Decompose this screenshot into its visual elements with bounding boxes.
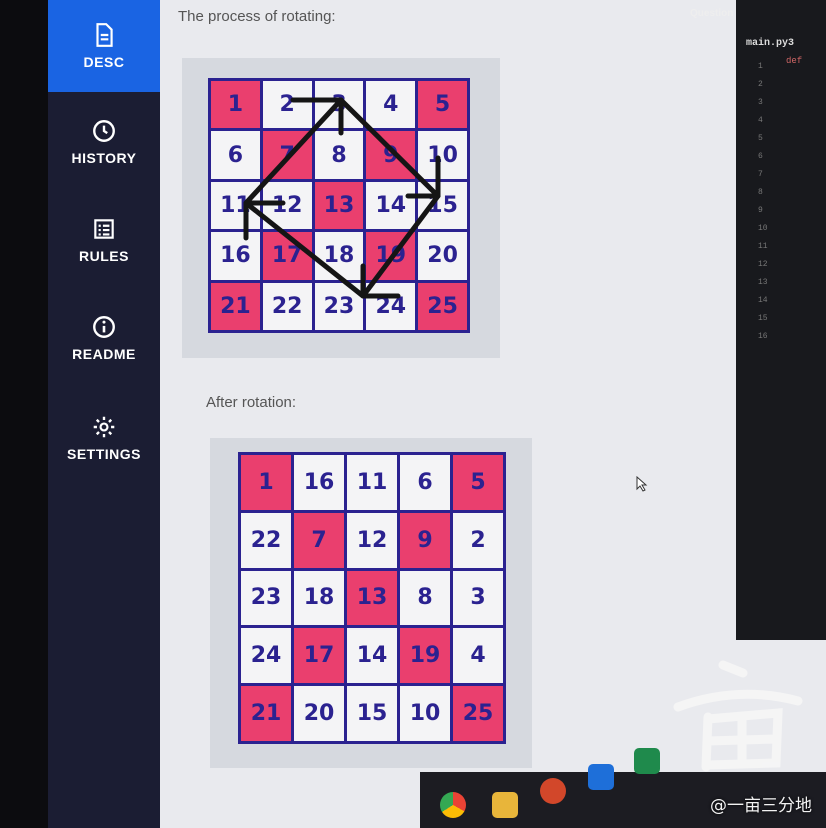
line-number: 2 <box>758 80 763 89</box>
watermark-text: @一亩三分地 <box>710 796 812 816</box>
sidebar-item-settings[interactable]: SETTINGS <box>48 392 160 484</box>
grid-cell: 12 <box>347 512 397 568</box>
line-number: 10 <box>758 224 768 233</box>
sidebar: DESC HISTORY RULES README SETTINGS <box>48 0 160 828</box>
powerpoint-icon[interactable] <box>540 778 566 804</box>
document-icon <box>96 23 113 47</box>
grid-cell: 23 <box>241 570 291 626</box>
grid-cell: 4 <box>453 628 503 684</box>
sidebar-item-label: RULES <box>79 248 129 264</box>
process-label: The process of rotating: <box>178 8 336 25</box>
after-grid: 1 16 11 6 5 22 7 12 9 2 23 18 13 8 3 24 17 14 19 4 21 20 15 10 2… <box>238 452 506 744</box>
clock-icon <box>93 120 115 142</box>
grid-cell: 20 <box>294 686 344 741</box>
grid-cell: 21 <box>241 686 291 741</box>
line-number: 13 <box>758 278 768 287</box>
line-number: 9 <box>758 206 763 215</box>
grid-cell: 22 <box>241 512 291 568</box>
grid-cell: 6 <box>400 455 450 510</box>
grid-cell: 15 <box>347 686 397 741</box>
line-number: 14 <box>758 296 768 305</box>
grid-cell: 17 <box>294 628 344 684</box>
gear-icon <box>93 416 115 438</box>
sidebar-item-rules[interactable]: RULES <box>48 194 160 286</box>
screen-bezel <box>0 0 50 828</box>
grid-cell: 2 <box>453 512 503 568</box>
grid-cell: 7 <box>294 512 344 568</box>
sidebar-item-label: SETTINGS <box>66 446 141 462</box>
grid-cell: 3 <box>453 570 503 626</box>
grid-cell: 8 <box>400 570 450 626</box>
sidebar-item-readme[interactable]: README <box>48 292 160 384</box>
excel-icon[interactable] <box>634 748 660 774</box>
sidebar-item-label: HISTORY <box>71 150 137 166</box>
line-number: 6 <box>758 152 763 161</box>
sidebar-item-label: README <box>72 346 136 362</box>
grid-cell: 5 <box>453 455 503 510</box>
grid-cell: 11 <box>347 455 397 510</box>
list-icon <box>94 219 114 239</box>
sidebar-item-label: DESC <box>83 54 125 70</box>
line-number: 15 <box>758 314 768 323</box>
mouse-cursor-icon <box>636 476 648 492</box>
grid-cell: 16 <box>294 455 344 510</box>
editor-tab[interactable]: main.py3 <box>746 38 794 49</box>
after-label: After rotation: <box>206 394 297 411</box>
code-text: def <box>786 56 803 66</box>
grid-cell: 19 <box>400 628 450 684</box>
line-number: 8 <box>758 188 763 197</box>
watermark-logo-icon <box>673 660 803 772</box>
line-number: 1 <box>758 62 763 71</box>
file-explorer-icon[interactable] <box>492 792 518 818</box>
line-number: 3 <box>758 98 763 107</box>
code-editor[interactable]: main.py3 1 2 3 4 5 6 7 8 9 10 11 12 13 1… <box>736 0 826 640</box>
grid-cell: 10 <box>400 686 450 741</box>
sidebar-item-desc[interactable]: DESC <box>48 0 160 92</box>
grid-cell: 13 <box>347 570 397 626</box>
grid-cell: 18 <box>294 570 344 626</box>
line-number: 4 <box>758 116 763 125</box>
outlook-icon[interactable] <box>588 764 614 790</box>
grid-cell: 9 <box>400 512 450 568</box>
grid-cell: 25 <box>453 686 503 741</box>
grid-cell: 24 <box>241 628 291 684</box>
grid-cell: 1 <box>241 455 291 510</box>
sidebar-item-history[interactable]: HISTORY <box>48 96 160 188</box>
info-icon <box>93 316 115 338</box>
rotation-arrows <box>243 97 441 299</box>
chrome-icon[interactable] <box>440 792 466 818</box>
line-number: 12 <box>758 260 768 269</box>
line-number: 16 <box>758 332 768 341</box>
line-number: 11 <box>758 242 768 251</box>
grid-cell: 14 <box>347 628 397 684</box>
line-number: 5 <box>758 134 763 143</box>
line-number: 7 <box>758 170 763 179</box>
